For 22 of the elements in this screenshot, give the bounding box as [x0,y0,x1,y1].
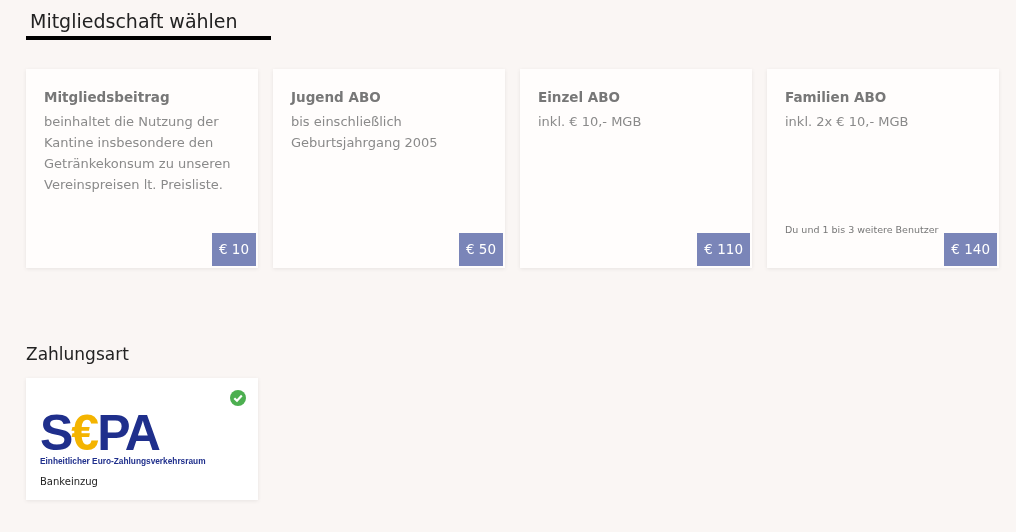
plan-card[interactable]: Einzel ABO inkl. € 10,- MGB € 110 [520,69,752,268]
plan-name: Jugend ABO [291,89,382,105]
plan-name: Mitgliedsbeitrag [44,89,171,105]
price-tag: € 50 [458,233,503,266]
plan-card[interactable]: Familien ABO inkl. 2x € 10,- MGB Du und 1 bis 3 weitere Benutzer € 140 [767,69,999,268]
plan-name: Familien ABO [785,89,888,105]
price-tag: € 110 [697,233,750,266]
price-tag: € 10 [211,233,256,266]
plan-card[interactable]: Mitgliedsbeitrag beinhaltet die Nutzung der Kantine insbesondere den Getränkekonsum zu unseren Vereinspreisen lt. Preisliste. € 10 [26,69,258,268]
plan-description: inkl. € 10,- MGB [538,113,643,131]
plan-description: beinhaltet die Nutzung der Kantine insbesondere den Getränkekonsum zu unseren Vereinspreisen lt. Preisliste. [44,113,232,194]
payment-label: Bankeinzug [40,476,99,487]
plan-description: inkl. 2x € 10,- MGB [785,113,910,131]
price-tag: € 140 [944,233,997,266]
plan-description: bis einschließlich Geburtsjahrgang 2005 [291,113,439,152]
plan-card[interactable]: Jugend ABO bis einschließlich Geburtsjahrgang 2005 € 50 [273,69,505,268]
payment-card[interactable]: S€PA Einheitlicher Euro-Zahlungsverkehrsraum Bankeinzug [26,378,258,500]
section-title: Zahlungsart [26,344,130,364]
plan-name: Einzel ABO [538,89,621,105]
plan-note: Du und 1 bis 3 weitere Benutzer [785,224,939,235]
section-title: Mitgliedschaft wählen [30,9,239,34]
sepa-logo: S€PA Einheitlicher Euro-Zahlungsverkehrsraum [40,410,206,466]
